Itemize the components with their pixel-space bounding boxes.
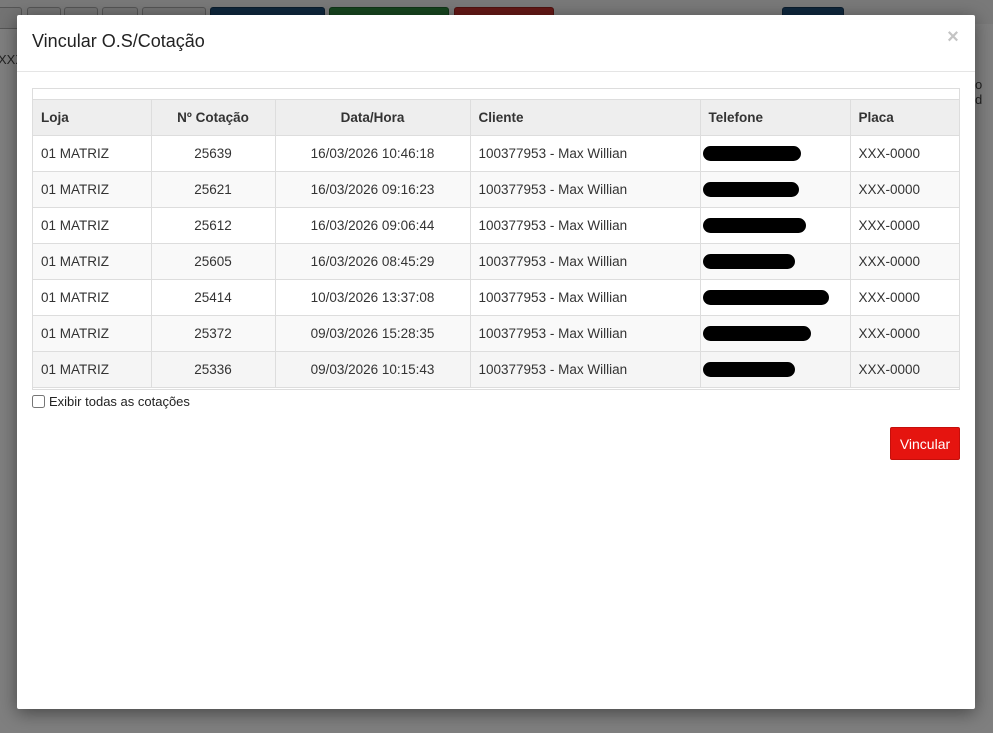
column-header-cotacao[interactable]: Nº Cotação <box>151 99 276 136</box>
cell-telefone <box>700 171 851 208</box>
cell-placa: XXX-0000 <box>850 315 959 352</box>
column-header-telefone[interactable]: Telefone <box>700 99 851 136</box>
cell-data-hora: 09/03/2026 15:28:35 <box>275 315 471 352</box>
redacted-phone <box>702 362 795 378</box>
cell-placa: XXX-0000 <box>850 135 959 172</box>
cell-telefone <box>700 135 851 172</box>
link-button[interactable]: Vincular <box>890 427 960 460</box>
cell-cotacao: 25621 <box>151 171 276 208</box>
cell-cliente: 100377953 - Max Willian <box>470 351 701 388</box>
table-row[interactable]: 01 MATRIZ 25336 09/03/2026 10:15:43 1003… <box>33 351 959 388</box>
table-row[interactable]: 01 MATRIZ 25414 10/03/2026 13:37:08 1003… <box>33 279 959 316</box>
cell-loja: 01 MATRIZ <box>33 207 152 244</box>
cell-telefone <box>700 315 851 352</box>
cell-loja: 01 MATRIZ <box>33 171 152 208</box>
cell-cotacao: 25336 <box>151 351 276 388</box>
cell-placa: XXX-0000 <box>850 207 959 244</box>
cell-telefone <box>700 207 851 244</box>
cell-loja: 01 MATRIZ <box>33 315 152 352</box>
redacted-phone <box>702 218 806 234</box>
column-header-loja[interactable]: Loja <box>33 99 152 136</box>
table-row[interactable]: 01 MATRIZ 25612 16/03/2026 09:06:44 1003… <box>33 207 959 244</box>
cell-loja: 01 MATRIZ <box>33 135 152 172</box>
column-header-cliente[interactable]: Cliente <box>470 99 701 136</box>
cell-data-hora: 16/03/2026 08:45:29 <box>275 243 471 280</box>
cell-telefone <box>700 279 851 316</box>
table-row[interactable]: 01 MATRIZ 25639 16/03/2026 10:46:18 1003… <box>33 135 959 172</box>
cell-data-hora: 10/03/2026 13:37:08 <box>275 279 471 316</box>
cell-data-hora: 16/03/2026 10:46:18 <box>275 135 471 172</box>
show-all-quotes-option[interactable]: Exibir todas as cotações <box>32 394 190 409</box>
cell-cliente: 100377953 - Max Willian <box>470 243 701 280</box>
redacted-phone <box>702 254 795 270</box>
table-row[interactable]: 01 MATRIZ 25621 16/03/2026 09:16:23 1003… <box>33 171 959 208</box>
cell-loja: 01 MATRIZ <box>33 351 152 388</box>
table-header-row: Loja Nº Cotação Data/Hora Cliente Telefo… <box>33 99 959 136</box>
quotes-table: Loja Nº Cotação Data/Hora Cliente Telefo… <box>33 99 959 388</box>
show-all-quotes-checkbox[interactable] <box>32 395 45 408</box>
cell-cotacao: 25605 <box>151 243 276 280</box>
redacted-phone <box>702 146 801 162</box>
cell-cotacao: 25612 <box>151 207 276 244</box>
cell-telefone <box>700 243 851 280</box>
cell-cliente: 100377953 - Max Willian <box>470 315 701 352</box>
cell-placa: XXX-0000 <box>850 171 959 208</box>
cell-cliente: 100377953 - Max Willian <box>470 135 701 172</box>
redacted-phone <box>702 182 799 198</box>
column-header-data-hora[interactable]: Data/Hora <box>275 99 471 136</box>
table-row[interactable]: 01 MATRIZ 25372 09/03/2026 15:28:35 1003… <box>33 315 959 352</box>
link-quote-modal: Vincular O.S/Cotação × Loja Nº Cotação D… <box>17 15 975 709</box>
cell-placa: XXX-0000 <box>850 351 959 388</box>
close-icon[interactable]: × <box>945 27 961 47</box>
cell-loja: 01 MATRIZ <box>33 243 152 280</box>
cell-cotacao: 25414 <box>151 279 276 316</box>
redacted-phone <box>702 326 811 342</box>
quotes-table-container: Loja Nº Cotação Data/Hora Cliente Telefo… <box>32 88 960 390</box>
cell-placa: XXX-0000 <box>850 243 959 280</box>
cell-cliente: 100377953 - Max Willian <box>470 171 701 208</box>
cell-cotacao: 25639 <box>151 135 276 172</box>
redacted-phone <box>702 290 829 306</box>
cell-data-hora: 16/03/2026 09:16:23 <box>275 171 471 208</box>
cell-loja: 01 MATRIZ <box>33 279 152 316</box>
cell-cliente: 100377953 - Max Willian <box>470 279 701 316</box>
cell-cotacao: 25372 <box>151 315 276 352</box>
cell-data-hora: 09/03/2026 10:15:43 <box>275 351 471 388</box>
table-row[interactable]: 01 MATRIZ 25605 16/03/2026 08:45:29 1003… <box>33 243 959 280</box>
show-all-quotes-label: Exibir todas as cotações <box>49 394 190 409</box>
column-header-placa[interactable]: Placa <box>850 99 959 136</box>
modal-title: Vincular O.S/Cotação <box>32 31 205 51</box>
cell-telefone <box>700 351 851 388</box>
cell-placa: XXX-0000 <box>850 279 959 316</box>
modal-header: Vincular O.S/Cotação × <box>17 15 975 72</box>
cell-data-hora: 16/03/2026 09:06:44 <box>275 207 471 244</box>
cell-cliente: 100377953 - Max Willian <box>470 207 701 244</box>
